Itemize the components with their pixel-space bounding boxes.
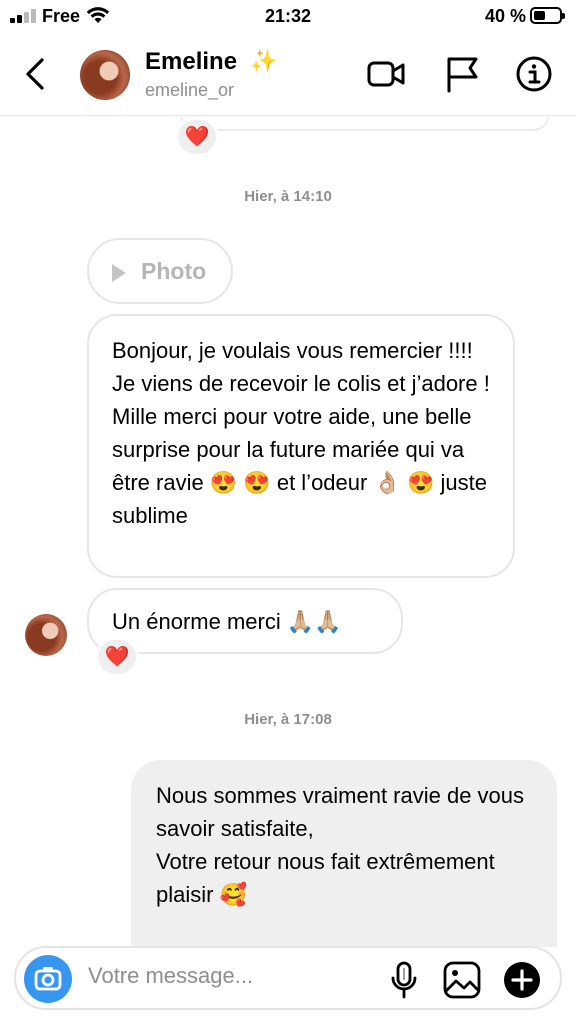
message-text: Mille merci pour votre aide, une belle s…: [112, 404, 487, 528]
avatar[interactable]: [80, 50, 130, 100]
incoming-message[interactable]: Bonjour, je voulais vous remercier !!!! …: [87, 314, 515, 578]
video-call-icon[interactable]: [366, 54, 406, 94]
photo-message[interactable]: Photo: [87, 238, 233, 304]
sparkles-emoji: ✨: [250, 48, 278, 73]
battery-icon: [530, 7, 565, 24]
heart-reaction[interactable]: ❤️: [175, 117, 219, 157]
timestamp: Hier, à 17:08: [244, 711, 332, 728]
back-icon[interactable]: [18, 52, 54, 96]
message-text: Un énorme merci 🙏🏼🙏🏼: [112, 609, 342, 634]
previous-message-bubble: [180, 117, 550, 131]
heart-reaction[interactable]: ❤️: [95, 637, 139, 677]
message-input[interactable]: [88, 963, 378, 989]
conversation-header: Emeline ✨ emeline_or: [0, 36, 576, 116]
sender-avatar[interactable]: [25, 614, 67, 656]
gallery-icon[interactable]: [442, 960, 482, 1000]
status-bar: Free 21:32 40 %: [0, 0, 576, 36]
play-icon: [112, 264, 126, 282]
message-list[interactable]: ❤️ Hier, à 14:10 Photo Bonjour, je voula…: [0, 117, 576, 947]
contact-handle: emeline_or: [145, 80, 235, 100]
battery-percent: 40 %: [484, 6, 526, 26]
photo-label: Photo: [141, 258, 207, 284]
message-composer: [14, 946, 562, 1010]
camera-icon: [34, 967, 62, 991]
message-text: Votre retour nous fait extrêmement plais…: [156, 849, 495, 907]
camera-button[interactable]: [24, 955, 72, 1003]
add-plus-icon[interactable]: [502, 960, 542, 1000]
message-text: Nous sommes vraiment ravie de vous savoi…: [156, 783, 525, 841]
timestamp: Hier, à 14:10: [244, 188, 332, 205]
contact-name[interactable]: Emeline: [145, 48, 237, 76]
microphone-icon[interactable]: [386, 960, 422, 1000]
message-text: Bonjour, je voulais vous remercier !!!! …: [112, 338, 490, 396]
outgoing-message[interactable]: Nous sommes vraiment ravie de vous savoi…: [131, 760, 557, 947]
info-icon[interactable]: [514, 54, 554, 94]
flag-icon[interactable]: [442, 54, 482, 94]
